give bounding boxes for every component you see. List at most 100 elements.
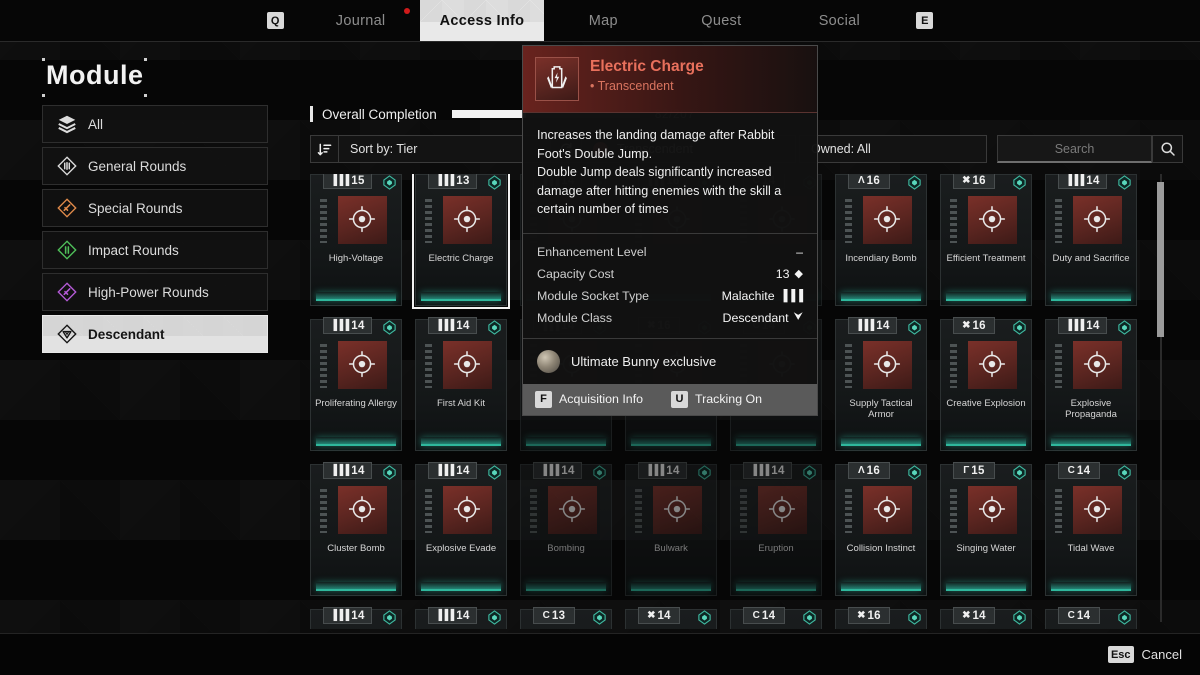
- socket-type-icon: ▐▐▐: [435, 465, 454, 476]
- module-card[interactable]: Λ 16 Incendiary Bomb: [835, 174, 927, 306]
- module-card[interactable]: Γ 15 Singing Water: [940, 462, 1032, 596]
- module-card-name: Singing Water: [956, 543, 1016, 554]
- module-card[interactable]: ▐▐▐ 14 Explosive Evade: [415, 462, 507, 596]
- tooltip-action-key[interactable]: F: [535, 390, 552, 408]
- module-card[interactable]: ▐▐▐ 13 Electric Charge: [412, 174, 510, 309]
- socket-type-icon: ✖: [962, 320, 970, 331]
- tooltip-action-key[interactable]: U: [671, 390, 689, 408]
- owned-filter-dropdown[interactable]: Owned: All: [799, 135, 987, 163]
- module-card-glow: [841, 582, 921, 591]
- module-card[interactable]: ▐▐▐ 14 Proliferating Allergy: [310, 317, 402, 451]
- module-card[interactable]: ▐▐▐ 14 Duty and Sacrifice: [1045, 174, 1137, 306]
- module-card-name: Supply Tactical Armor: [849, 398, 913, 420]
- module-card[interactable]: ✖ 16 Creative Explosion: [940, 317, 1032, 451]
- tooltip-action[interactable]: U Tracking On: [671, 390, 763, 408]
- cancel-key[interactable]: Esc: [1107, 646, 1134, 663]
- tooltip-action-bar: F Acquisition Info U Tracking On: [523, 383, 817, 415]
- sidebar-menu: All General Rounds Special Rounds Impact Ro…: [42, 105, 268, 357]
- module-capacity-cost: 16: [866, 464, 881, 477]
- module-card-name: Cluster Bomb: [327, 543, 385, 554]
- sidebar-item-general-rounds[interactable]: General Rounds: [42, 147, 268, 185]
- module-card-name: Bombing: [547, 543, 585, 554]
- module-card[interactable]: ▐▐▐ 14 First Aid Kit: [415, 317, 507, 451]
- socket-type-icon: ▐▐▐: [855, 320, 874, 331]
- module-card[interactable]: ▐▐▐ 14 Supply Tactical Armor: [835, 317, 927, 451]
- tooltip-stat-value-group: Malachite ▐▐▐: [722, 289, 803, 303]
- tooltip-action-label: Tracking On: [695, 392, 763, 406]
- module-card[interactable]: ▐▐▐14: [310, 607, 402, 629]
- medkit-icon: [442, 341, 492, 389]
- module-socket-cost-badge: ▐▐▐ 15: [323, 174, 372, 189]
- nav-right-key[interactable]: E: [916, 12, 934, 29]
- module-card[interactable]: ✖ 14: [940, 607, 1032, 629]
- nav-tab-label: Access Info: [439, 12, 525, 29]
- nav-left-key[interactable]: Q: [266, 12, 284, 29]
- module-level-ticks: [950, 489, 957, 533]
- sort-by-dropdown[interactable]: Sort by: Tier: [338, 135, 551, 163]
- module-level-ticks: [320, 344, 327, 388]
- tooltip-stat-key: Capacity Cost: [537, 266, 615, 281]
- module-card[interactable]: ▐▐▐14: [415, 607, 507, 629]
- tooltip-action[interactable]: F Acquisition Info: [535, 390, 643, 408]
- module-card[interactable]: ▐▐▐ 14 Bombing: [520, 462, 612, 596]
- water-icon: [967, 486, 1017, 534]
- cancel-label[interactable]: Cancel: [1142, 647, 1182, 662]
- module-card-glow: [631, 582, 711, 591]
- nav-tab-journal[interactable]: Journal: [302, 0, 420, 41]
- nav-tab-social[interactable]: Social: [780, 0, 898, 41]
- content-panel: Overall Completion 82/207 Sort by: Tier: [300, 42, 1200, 675]
- grid-scrollbar-thumb[interactable]: [1157, 182, 1164, 337]
- module-card[interactable]: ✖ 16 Efficient Treatment: [940, 174, 1032, 306]
- module-card[interactable]: ▐▐▐ 15 High-Voltage: [310, 174, 402, 306]
- module-card-glow: [421, 292, 501, 301]
- rarity-diamond-icon: [382, 175, 397, 190]
- module-card[interactable]: Λ 16 Collision Instinct: [835, 462, 927, 596]
- module-card[interactable]: C 13: [520, 607, 612, 629]
- module-card[interactable]: ▐▐▐ 14 Bulwark: [625, 462, 717, 596]
- rarity-diamond-icon: [487, 465, 502, 480]
- sidebar-item-impact-rounds[interactable]: Impact Rounds: [42, 231, 268, 269]
- nav-tab-list: Journal Access Info Map Quest Social: [302, 0, 899, 41]
- nav-tab-label: Journal: [335, 12, 386, 29]
- sidebar-item-high-power-rounds[interactable]: High-Power Rounds: [42, 273, 268, 311]
- battery-bolt-icon: [442, 196, 492, 244]
- module-card-glow: [316, 582, 396, 591]
- sidebar-item-descendant[interactable]: Descendant: [42, 315, 268, 353]
- tooltip-rarity: • Transcendent: [590, 79, 674, 93]
- completion-label: Overall Completion: [322, 106, 437, 122]
- nav-tab-label: Social: [818, 12, 860, 29]
- module-card[interactable]: ✖16: [835, 607, 927, 629]
- descendant-icon: ⮟: [793, 311, 803, 323]
- nav-tab-quest[interactable]: Quest: [662, 0, 780, 41]
- nav-tab-access-info[interactable]: Access Info: [420, 0, 545, 41]
- sidebar-item-label: High-Power Rounds: [88, 284, 209, 300]
- sidebar-item-label: Descendant: [88, 326, 165, 342]
- socket-type-icon: ✖: [857, 610, 865, 621]
- module-capacity-cost: 14: [561, 464, 575, 477]
- rarity-diamond-icon: [907, 610, 922, 625]
- module-card[interactable]: C14: [1045, 607, 1137, 629]
- rarity-diamond-icon: [382, 320, 397, 335]
- module-card[interactable]: ▐▐▐ 14 Eruption: [730, 462, 822, 596]
- module-card-name: Electric Charge: [428, 253, 494, 264]
- module-capacity-cost: 16: [972, 174, 986, 187]
- descendant-avatar-icon: [537, 349, 560, 373]
- rarity-diamond-icon: [382, 465, 397, 480]
- module-card[interactable]: ▐▐▐ 14 Explosive Propaganda: [1045, 317, 1137, 451]
- module-capacity-cost: 14: [1086, 319, 1100, 332]
- module-card[interactable]: C 14 Tidal Wave: [1045, 462, 1137, 596]
- module-card[interactable]: C14: [730, 607, 822, 629]
- search-icon[interactable]: [1152, 135, 1183, 163]
- module-screen: Q Journal Access Info Map Quest Social E Mod…: [0, 0, 1200, 675]
- tooltip-stat-row: Module Socket Type Malachite ▐▐▐: [537, 285, 803, 307]
- sort-descending-icon[interactable]: [310, 135, 338, 163]
- search-input[interactable]: Search: [997, 135, 1152, 163]
- tooltip-stat-key: Enhancement Level: [537, 244, 647, 259]
- module-card-glow: [421, 437, 501, 446]
- module-card[interactable]: ▐▐▐ 14 Cluster Bomb: [310, 462, 402, 596]
- sidebar-item-all[interactable]: All: [42, 105, 268, 143]
- nav-tab-map[interactable]: Map: [544, 0, 662, 41]
- module-card[interactable]: ✖ 14: [625, 607, 717, 629]
- module-socket-cost-badge: Γ 15: [953, 462, 995, 479]
- sidebar-item-special-rounds[interactable]: Special Rounds: [42, 189, 268, 227]
